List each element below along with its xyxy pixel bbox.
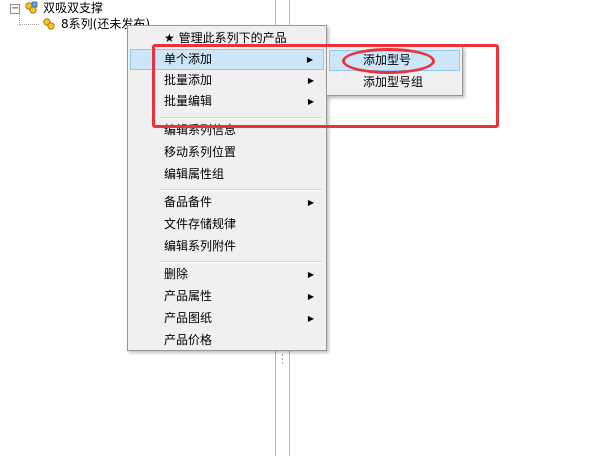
menu-item-delete[interactable]: 删除 ▶: [130, 264, 324, 285]
submenu-arrow-icon: ▶: [307, 314, 314, 323]
menu-item-label: 产品价格: [164, 333, 213, 347]
menu-item-label: 移动系列位置: [164, 145, 237, 159]
folder-group-icon: [25, 1, 38, 14]
submenu-arrow-icon: ▶: [307, 198, 314, 207]
menu-item-label: 备品备件: [164, 195, 213, 209]
menu-separator: [159, 189, 322, 191]
menu-item-label: 文件存储规律: [164, 217, 237, 231]
submenu-arrow-icon: ▶: [307, 292, 314, 301]
menu-item-product-price[interactable]: 产品价格: [130, 330, 324, 351]
menu-item-edit-series-attachments[interactable]: 编辑系列附件: [130, 236, 324, 257]
menu-item-spare-parts[interactable]: 备品备件 ▶: [130, 192, 324, 213]
annotation-highlight-oval: [342, 48, 435, 74]
menu-item-label: 编辑系列附件: [164, 239, 237, 253]
menu-item-product-attributes[interactable]: 产品属性 ▶: [130, 286, 324, 307]
menu-item-file-storage-rule[interactable]: 文件存储规律: [130, 214, 324, 235]
splitter-grip-icon[interactable]: · · ·: [281, 352, 284, 369]
menu-item-label: 产品图纸: [164, 311, 213, 325]
menu-item-label: 产品属性: [164, 289, 213, 303]
menu-separator: [159, 261, 322, 263]
series-icon: [43, 18, 55, 30]
tree-node-root[interactable]: 双吸双支撑: [43, 1, 103, 15]
menu-item-edit-attr-group[interactable]: 编辑属性组: [130, 164, 324, 185]
annotation-highlight-box: [152, 44, 499, 128]
menu-item-label: 编辑属性组: [164, 167, 225, 181]
submenu-arrow-icon: ▶: [307, 270, 314, 279]
menu-item-move-series[interactable]: 移动系列位置: [130, 142, 324, 163]
menu-item-label: 删除: [164, 267, 189, 281]
menu-item-product-drawings[interactable]: 产品图纸 ▶: [130, 308, 324, 329]
menu-item-label: ★ 管理此系列下的产品: [164, 31, 287, 45]
tree-connector: [19, 24, 39, 25]
